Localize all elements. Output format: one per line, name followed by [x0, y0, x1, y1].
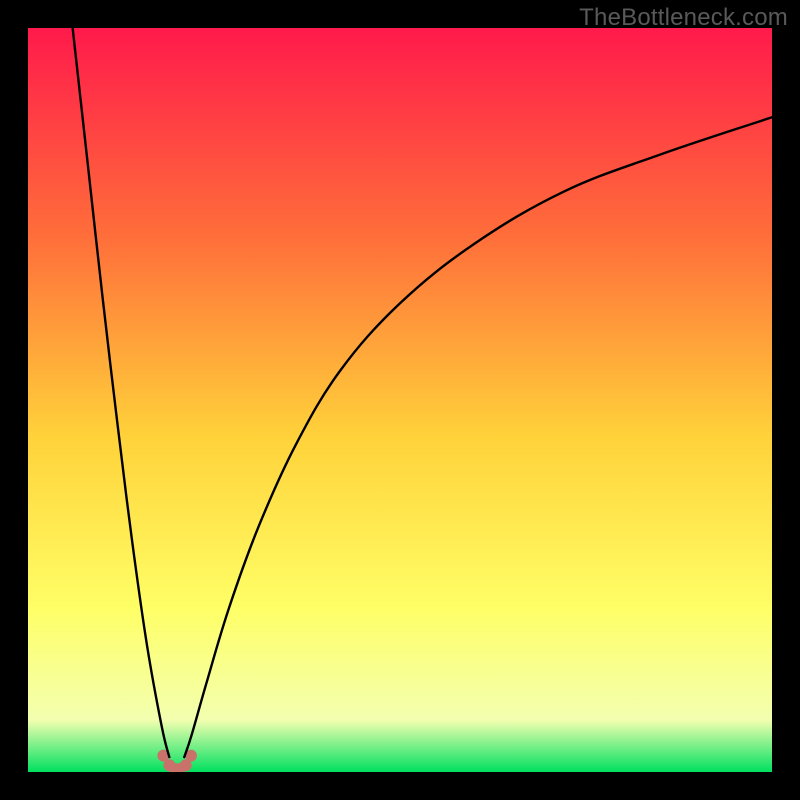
- watermark-text: TheBottleneck.com: [579, 4, 788, 32]
- plot-area: [28, 28, 772, 772]
- chart-frame: TheBottleneck.com: [0, 0, 800, 800]
- chart-svg: [28, 28, 772, 772]
- gradient-background: [28, 28, 772, 772]
